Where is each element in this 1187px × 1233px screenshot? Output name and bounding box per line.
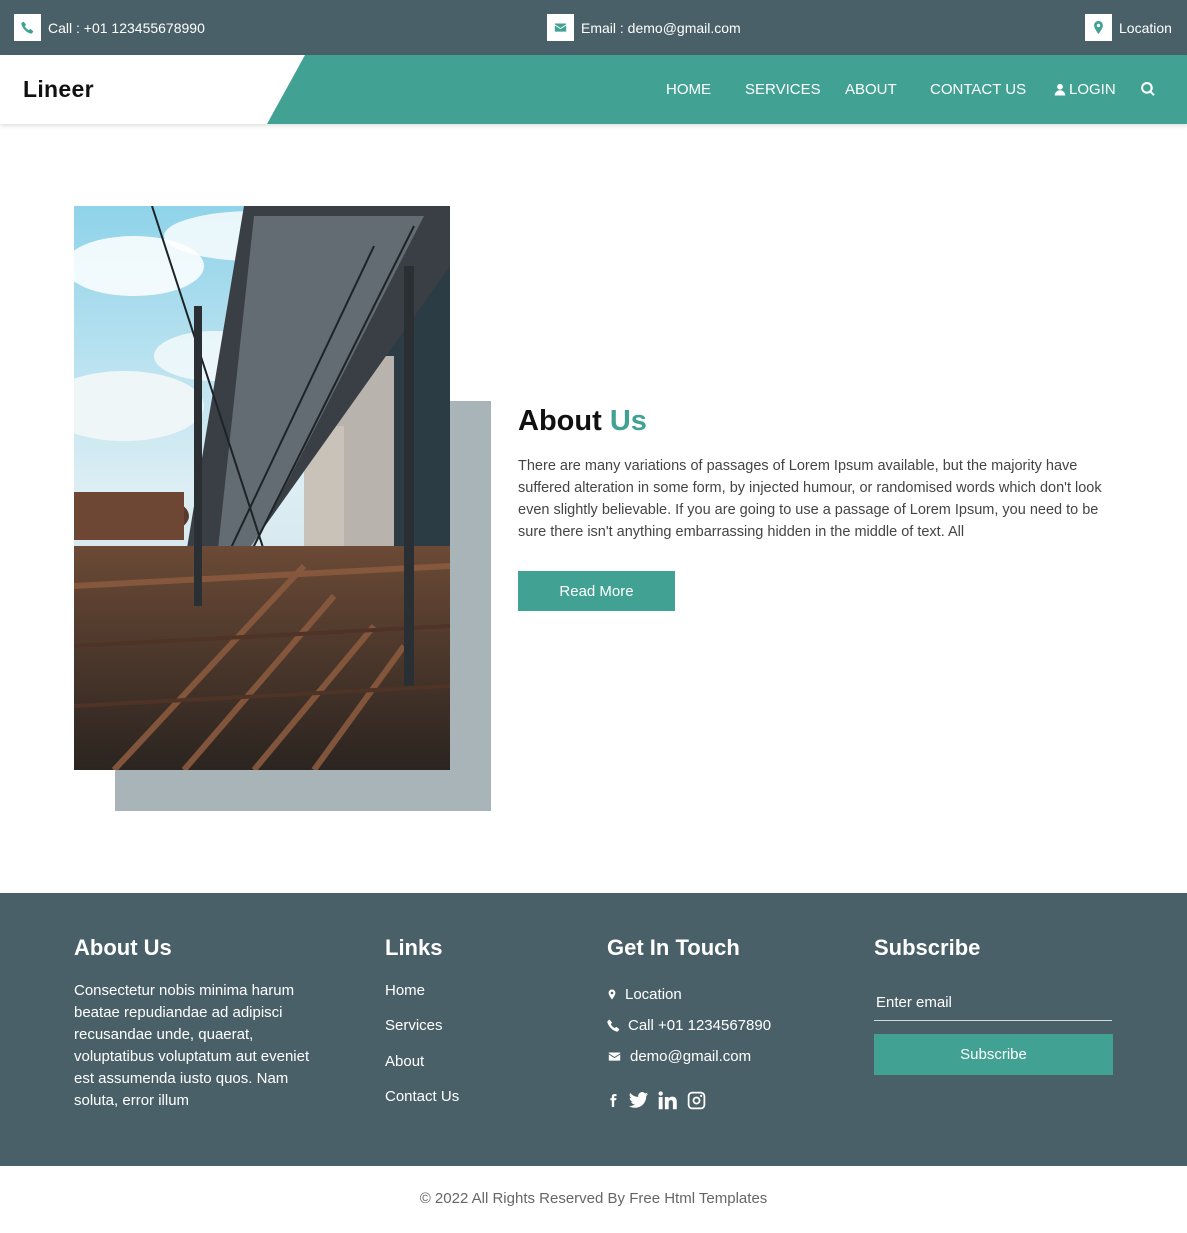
footer-about-text: Consectetur nobis minima harum beatae re…: [74, 982, 310, 1109]
facebook-icon[interactable]: [606, 1090, 620, 1111]
envelope-icon: [608, 1052, 621, 1061]
footer-subscribe-title: Subscribe: [874, 935, 981, 960]
search-button[interactable]: [1141, 81, 1155, 100]
site-footer: About Us Consectetur nobis minima harum …: [0, 893, 1187, 1166]
phone-icon: [14, 14, 41, 41]
footer-location-text: Location: [625, 986, 682, 1003]
social-links: [606, 1090, 707, 1111]
envelope-icon: [547, 14, 574, 41]
topbar-location[interactable]: Location: [1085, 14, 1172, 41]
subscribe-email-input[interactable]: [874, 985, 1112, 1021]
subscribe-button[interactable]: Subscribe: [874, 1034, 1113, 1075]
topbar-call-text: Call : +01 123455678990: [48, 19, 205, 36]
site-header: Lineer HOME SERVICES ABOUT CONTACT US LO…: [0, 55, 1187, 124]
topbar-location-text: Location: [1119, 19, 1172, 36]
twitter-icon[interactable]: [628, 1090, 649, 1111]
footer-email[interactable]: demo@gmail.com: [607, 1048, 751, 1065]
footer-touch-title: Get In Touch: [607, 935, 740, 960]
nav-login[interactable]: LOGIN: [1054, 81, 1116, 98]
instagram-icon[interactable]: [686, 1090, 707, 1111]
footer-call-text: Call +01 1234567890: [628, 1017, 772, 1034]
about-heading: About Us: [518, 405, 647, 438]
linkedin-icon[interactable]: [657, 1090, 678, 1111]
topbar-email[interactable]: Email : demo@gmail.com: [547, 14, 741, 41]
footer-link-about[interactable]: About: [385, 1053, 424, 1070]
footer-email-text: demo@gmail.com: [630, 1048, 752, 1065]
footer-link-services[interactable]: Services: [385, 1017, 443, 1034]
nav-services[interactable]: SERVICES: [745, 81, 821, 98]
user-icon: [1054, 83, 1066, 96]
about-paragraph: There are many variations of passages of…: [518, 458, 1102, 540]
about-heading-highlight: Us: [609, 405, 647, 437]
top-info-bar: Call : +01 123455678990 Email : demo@gma…: [0, 0, 1187, 55]
footer-location[interactable]: Location: [607, 986, 682, 1003]
nav-home[interactable]: HOME: [666, 81, 711, 98]
industrial-photo: [74, 206, 450, 770]
phone-icon: [607, 1019, 620, 1032]
footer-link-contact[interactable]: Contact Us: [385, 1088, 459, 1105]
nav-contact[interactable]: CONTACT US: [930, 81, 1026, 98]
nav-login-label: LOGIN: [1069, 81, 1116, 98]
map-marker-icon: [1085, 14, 1112, 41]
map-marker-icon: [608, 989, 616, 1000]
nav-about[interactable]: ABOUT: [845, 81, 897, 98]
footer-call[interactable]: Call +01 1234567890: [607, 1017, 771, 1034]
copyright-text: © 2022 All Rights Reserved By Free Html …: [419, 1190, 768, 1207]
read-more-button[interactable]: Read More: [518, 571, 675, 611]
topbar-call[interactable]: Call : +01 123455678990: [14, 14, 205, 41]
search-icon: [1141, 81, 1155, 96]
about-heading-main: About: [518, 405, 602, 437]
footer-about-title: About Us: [74, 935, 172, 960]
footer-link-home[interactable]: Home: [385, 982, 425, 999]
main-nav: HOME SERVICES ABOUT CONTACT US LOGIN: [0, 55, 1187, 124]
footer-links-title: Links: [385, 935, 443, 960]
topbar-email-text: Email : demo@gmail.com: [581, 19, 741, 36]
